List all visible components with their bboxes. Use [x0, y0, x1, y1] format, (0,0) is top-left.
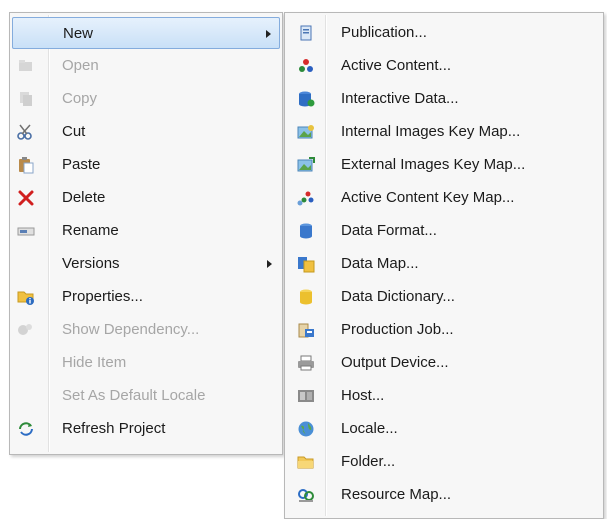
submenu-item-internal-images-key-map[interactable]: Internal Images Key Map... [287, 116, 601, 148]
data-map-icon [297, 255, 315, 273]
rename-icon [17, 222, 35, 240]
submenu-item-data-dictionary[interactable]: Data Dictionary... [287, 281, 601, 313]
menu-item-set-default-locale[interactable]: Set As Default Locale [12, 380, 280, 412]
submenu-arrow-icon [266, 30, 271, 38]
menu-item-label: Output Device... [341, 354, 449, 371]
new-submenu: Publication... Active Content... Interac… [284, 12, 604, 519]
menu-item-label: Versions [62, 255, 120, 272]
external-images-keymap-icon [297, 156, 315, 174]
menu-item-label: Cut [62, 123, 86, 140]
menu-item-label: Interactive Data... [341, 90, 459, 107]
copy-icon [17, 90, 35, 108]
submenu-item-data-map[interactable]: Data Map... [287, 248, 601, 280]
menu-item-label: Active Content Key Map... [341, 189, 515, 206]
production-job-icon [297, 321, 315, 339]
menu-item-label: New [63, 25, 94, 42]
menu-item-show-dependency[interactable]: Show Dependency... [12, 314, 280, 346]
publication-icon [297, 24, 315, 42]
menu-item-label: Delete [62, 189, 106, 206]
menu-item-versions[interactable]: Versions [12, 248, 280, 280]
menu-item-new[interactable]: New [12, 17, 280, 49]
menu-item-delete[interactable]: Delete [12, 182, 280, 214]
interactive-data-icon [297, 90, 315, 108]
menu-item-label: Publication... [341, 24, 427, 41]
menu-item-properties[interactable]: Properties... [12, 281, 280, 313]
menu-item-open[interactable]: Open [12, 50, 280, 82]
menu-item-label: Properties... [62, 288, 143, 305]
menu-item-label: Production Job... [341, 321, 454, 338]
delete-x-icon [17, 189, 35, 207]
scissors-icon [17, 123, 35, 141]
submenu-item-active-content-key-map[interactable]: Active Content Key Map... [287, 182, 601, 214]
menu-item-copy[interactable]: Copy [12, 83, 280, 115]
submenu-item-publication[interactable]: Publication... [287, 17, 601, 49]
submenu-item-external-images-key-map[interactable]: External Images Key Map... [287, 149, 601, 181]
menu-item-label: Show Dependency... [62, 321, 200, 338]
submenu-item-data-format[interactable]: Data Format... [287, 215, 601, 247]
active-content-icon [297, 57, 315, 75]
menu-item-cut[interactable]: Cut [12, 116, 280, 148]
menu-item-label: Refresh Project [62, 420, 166, 437]
host-icon [297, 387, 315, 405]
refresh-icon [17, 420, 35, 438]
menu-item-label: Set As Default Locale [62, 387, 206, 404]
menu-item-label: Open [62, 57, 99, 74]
submenu-item-folder[interactable]: Folder... [287, 446, 601, 478]
folder-icon [297, 453, 315, 471]
submenu-item-production-job[interactable]: Production Job... [287, 314, 601, 346]
menu-item-label: External Images Key Map... [341, 156, 526, 173]
dependency-icon [17, 321, 35, 339]
submenu-item-active-content[interactable]: Active Content... [287, 50, 601, 82]
menu-item-label: Data Format... [341, 222, 437, 239]
menu-item-label: Folder... [341, 453, 396, 470]
menu-item-label: Host... [341, 387, 385, 404]
menu-item-label: Hide Item [62, 354, 127, 371]
menu-item-rename[interactable]: Rename [12, 215, 280, 247]
data-format-icon [297, 222, 315, 240]
output-device-icon [297, 354, 315, 372]
submenu-item-output-device[interactable]: Output Device... [287, 347, 601, 379]
open-icon [17, 57, 35, 75]
active-content-keymap-icon [297, 189, 315, 207]
data-dictionary-icon [297, 288, 315, 306]
submenu-arrow-icon [267, 260, 272, 268]
menu-item-paste[interactable]: Paste [12, 149, 280, 181]
menu-item-hide-item[interactable]: Hide Item [12, 347, 280, 379]
menu-item-label: Active Content... [341, 57, 452, 74]
menu-item-label: Data Map... [341, 255, 419, 272]
menu-item-label: Resource Map... [341, 486, 452, 503]
submenu-item-host[interactable]: Host... [287, 380, 601, 412]
internal-images-keymap-icon [297, 123, 315, 141]
properties-icon [17, 288, 35, 306]
menu-item-label: Data Dictionary... [341, 288, 455, 305]
menu-item-label: Copy [62, 90, 98, 107]
menu-item-label: Paste [62, 156, 101, 173]
paste-icon [17, 156, 35, 174]
context-menu: New Open Copy Cut Paste Delete Rename Ve… [9, 12, 283, 455]
menu-item-label: Rename [62, 222, 119, 239]
locale-icon [297, 420, 315, 438]
submenu-item-resource-map[interactable]: Resource Map... [287, 479, 601, 511]
menu-item-label: Locale... [341, 420, 398, 437]
submenu-item-interactive-data[interactable]: Interactive Data... [287, 83, 601, 115]
submenu-item-locale[interactable]: Locale... [287, 413, 601, 445]
menu-item-refresh-project[interactable]: Refresh Project [12, 413, 280, 445]
menu-item-label: Internal Images Key Map... [341, 123, 521, 140]
resource-map-icon [297, 486, 315, 504]
